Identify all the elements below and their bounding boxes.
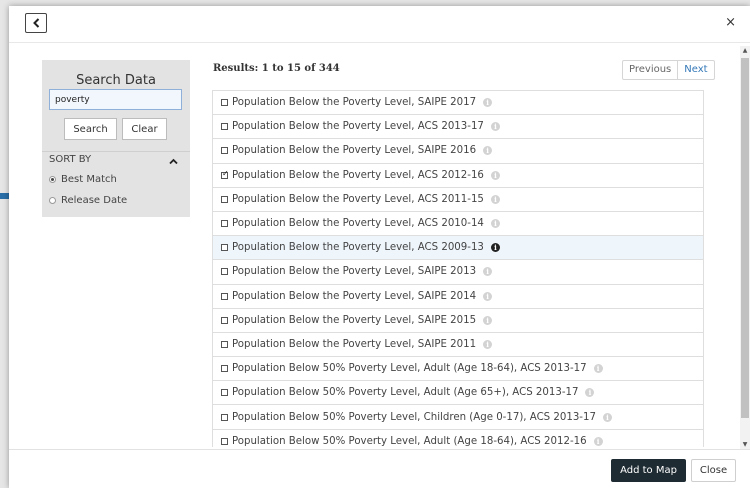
scroll-thumb[interactable] (741, 58, 749, 418)
item-checkbox[interactable] (221, 340, 228, 348)
radio-best-match[interactable] (49, 176, 56, 183)
item-label: Population Below the Poverty Level, SAIP… (232, 314, 477, 326)
item-checkbox[interactable] (221, 147, 228, 155)
close-button[interactable]: Close (691, 459, 736, 482)
list-item[interactable]: Population Below the Poverty Level, ACS … (213, 212, 703, 237)
item-label: Population Below the Poverty Level, SAIP… (232, 290, 477, 302)
item-label: Population Below the Poverty Level, ACS … (232, 169, 484, 181)
item-checkbox[interactable] (221, 389, 228, 397)
info-icon[interactable]: i (483, 339, 493, 349)
pagination: Previous Next (622, 60, 715, 80)
list-item[interactable]: Population Below 50% Poverty Level, Adul… (213, 381, 703, 406)
item-checkbox[interactable] (221, 123, 228, 131)
item-checkbox[interactable] (221, 292, 228, 300)
item-checkbox[interactable] (221, 268, 228, 276)
chevron-up-icon[interactable] (169, 157, 178, 166)
item-label: Population Below 50% Poverty Level, Adul… (232, 363, 587, 375)
info-icon[interactable]: i (585, 388, 595, 398)
scrollbar[interactable]: ▲ ▼ (740, 46, 750, 450)
list-item[interactable]: Population Below the Poverty Level, SAIP… (213, 285, 703, 309)
item-label: Population Below 50% Poverty Level, Adul… (232, 435, 587, 447)
info-icon[interactable]: i (483, 315, 493, 325)
clear-button[interactable]: Clear (122, 118, 167, 140)
sidebar-title: Search Data (76, 73, 156, 88)
footer-divider (9, 449, 750, 450)
item-label: Population Below the Poverty Level, SAIP… (232, 266, 477, 278)
item-label: Population Below the Poverty Level, SAIP… (232, 338, 477, 350)
info-icon[interactable]: i (490, 243, 500, 253)
item-label: Population Below the Poverty Level, ACS … (232, 218, 484, 230)
info-icon[interactable]: i (483, 146, 493, 156)
info-icon[interactable]: i (490, 170, 500, 180)
info-icon[interactable]: i (490, 122, 500, 132)
item-label: Population Below the Poverty Level, ACS … (232, 242, 484, 254)
item-checkbox[interactable] (221, 413, 228, 421)
item-checkbox[interactable] (221, 316, 228, 324)
info-icon[interactable]: i (593, 364, 603, 374)
search-data-modal: × ▲ ▼ Search Data Search Clear SORT BY B… (9, 6, 750, 488)
info-icon[interactable]: i (490, 219, 500, 229)
item-checkbox[interactable] (221, 437, 228, 445)
item-checkbox[interactable] (221, 99, 228, 107)
next-button[interactable]: Next (678, 61, 713, 79)
item-label: Population Below 50% Poverty Level, Chil… (232, 411, 596, 423)
search-sidebar: Search Data Search Clear SORT BY Best Ma… (42, 60, 190, 217)
list-item[interactable]: Population Below 50% Poverty Level, Adul… (213, 430, 703, 447)
list-item[interactable]: Population Below 50% Poverty Level, Adul… (213, 357, 703, 382)
chevron-left-icon (32, 18, 39, 28)
info-icon[interactable]: i (490, 194, 500, 204)
results-list: Population Below the Poverty Level, SAIP… (212, 90, 704, 447)
list-item[interactable]: Population Below the Poverty Level, ACS … (213, 188, 703, 212)
info-icon[interactable]: i (483, 98, 493, 108)
search-button[interactable]: Search (64, 118, 117, 140)
info-icon[interactable]: i (483, 291, 493, 301)
sort-option-release-date[interactable]: Release Date (49, 195, 127, 206)
radio-release-date[interactable] (49, 197, 56, 204)
checkmark-icon: ✓ (222, 168, 229, 178)
sort-option-label: Release Date (61, 195, 128, 206)
list-item[interactable]: Population Below the Poverty Level, SAIP… (213, 333, 703, 358)
sort-by-label: SORT BY (49, 154, 92, 165)
close-icon[interactable]: × (725, 16, 736, 29)
item-checkbox[interactable]: ✓ (221, 168, 229, 179)
list-item[interactable]: Population Below the Poverty Level, ACS … (213, 236, 703, 261)
list-item[interactable]: Population Below the Poverty Level, SAIP… (213, 309, 703, 333)
sidebar-divider (42, 151, 190, 152)
item-checkbox[interactable] (221, 220, 228, 228)
item-label: Population Below 50% Poverty Level, Adul… (232, 387, 579, 399)
item-checkbox[interactable] (221, 195, 228, 203)
item-checkbox[interactable] (221, 244, 228, 252)
add-to-map-button[interactable]: Add to Map (611, 459, 686, 482)
item-label: Population Below the Poverty Level, ACS … (232, 193, 484, 205)
back-button[interactable] (25, 13, 47, 33)
item-label: Population Below the Poverty Level, SAIP… (232, 145, 477, 157)
sort-option-label: Best Match (61, 174, 117, 185)
list-item[interactable]: Population Below the Poverty Level, SAIP… (213, 91, 703, 116)
item-label: Population Below the Poverty Level, ACS … (232, 121, 484, 133)
item-checkbox[interactable] (221, 365, 228, 373)
list-item[interactable]: Population Below 50% Poverty Level, Chil… (213, 405, 703, 430)
list-item[interactable]: Population Below the Poverty Level, ACS … (213, 115, 703, 140)
info-icon[interactable]: i (483, 267, 493, 277)
search-input[interactable] (49, 89, 182, 110)
scroll-up-icon[interactable]: ▲ (741, 46, 749, 56)
info-icon[interactable]: i (593, 436, 603, 446)
item-label: Population Below the Poverty Level, SAIP… (232, 97, 477, 109)
results-count: Results: 1 to 15 of 344 (213, 63, 340, 74)
sort-option-best-match[interactable]: Best Match (49, 174, 117, 185)
list-item[interactable]: ✓ Population Below the Poverty Level, ACS… (213, 164, 703, 188)
previous-button[interactable]: Previous (623, 61, 679, 79)
header-divider (9, 42, 750, 43)
list-item[interactable]: Population Below the Poverty Level, SAIP… (213, 139, 703, 164)
list-item[interactable]: Population Below the Poverty Level, SAIP… (213, 260, 703, 285)
info-icon[interactable]: i (602, 412, 612, 422)
